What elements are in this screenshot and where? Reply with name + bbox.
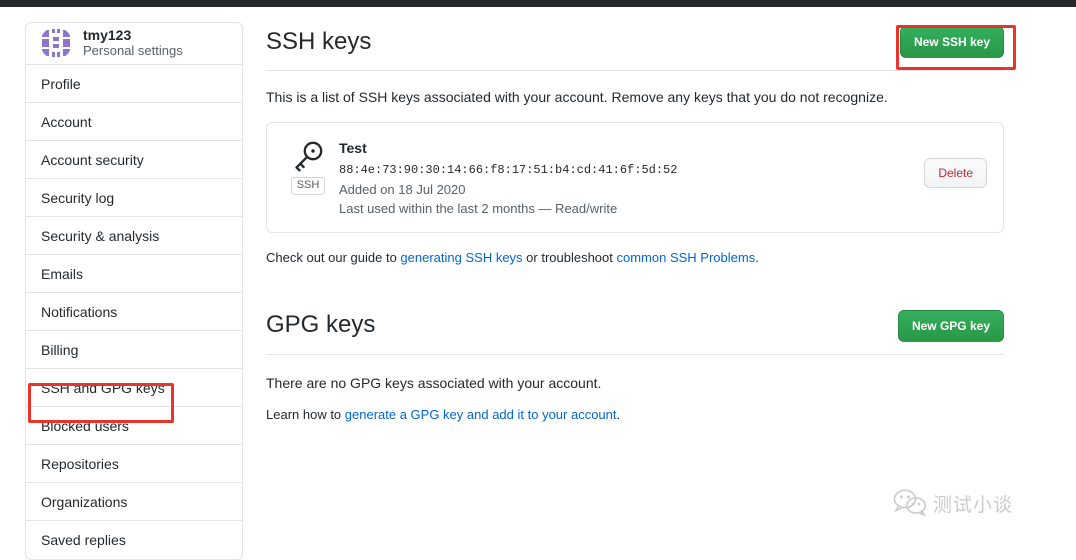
gpg-empty-message: There are no GPG keys associated with yo… bbox=[266, 374, 602, 391]
wechat-icon bbox=[893, 488, 927, 519]
ssh-key-actions: Delete bbox=[924, 138, 987, 188]
common-ssh-problems-link[interactable]: common SSH Problems bbox=[617, 250, 756, 265]
ssh-key-icon-group: SSH bbox=[283, 138, 333, 195]
watermark-text: 测试小谈 bbox=[933, 494, 1014, 516]
sidebar-item-notifications[interactable]: Notifications bbox=[26, 293, 242, 331]
main-content: SSH keys New SSH key This is a list of S… bbox=[266, 22, 1004, 424]
sidebar-item-account-security[interactable]: Account security bbox=[26, 141, 242, 179]
ssh-key-type-badge: SSH bbox=[290, 177, 326, 195]
delete-ssh-key-button[interactable]: Delete bbox=[924, 158, 987, 188]
ssh-key-fingerprint: 88:4e:73:90:30:14:66:f8:17:51:b4:cd:41:6… bbox=[339, 163, 678, 177]
settings-page: tmy123 Personal settings Profile Account… bbox=[0, 7, 1076, 560]
sidebar-item-ssh-and-gpg-keys[interactable]: SSH and GPG keys bbox=[26, 369, 242, 407]
sidebar-item-organizations[interactable]: Organizations bbox=[26, 483, 242, 521]
ssh-help-middle: or troubleshoot bbox=[522, 250, 617, 265]
sidebar-item-repositories[interactable]: Repositories bbox=[26, 445, 242, 483]
generating-ssh-keys-link[interactable]: generating SSH keys bbox=[400, 250, 522, 265]
gpg-keys-section-header: GPG keys New GPG key bbox=[266, 306, 1004, 355]
ssh-help-suffix: . bbox=[755, 250, 759, 265]
ssh-key-last-used: Last used within the last 2 months — Rea… bbox=[339, 201, 618, 216]
ssh-help-prefix: Check out our guide to bbox=[266, 250, 401, 265]
ssh-key-row: SSH Test 88:4e:73:90:30:14:66:f8:17:51:b… bbox=[266, 122, 1004, 233]
sidebar-item-blocked-users[interactable]: Blocked users bbox=[26, 407, 242, 445]
ssh-key-title: Test bbox=[339, 140, 367, 156]
new-ssh-key-button[interactable]: New SSH key bbox=[899, 26, 1004, 58]
watermark: 测试小谈 bbox=[893, 488, 1013, 519]
sidebar-profile-header[interactable]: tmy123 Personal settings bbox=[26, 23, 242, 65]
profile-username: tmy123 bbox=[83, 27, 132, 44]
ssh-keys-section-header: SSH keys New SSH key bbox=[266, 22, 1004, 71]
ssh-keys-title: SSH keys bbox=[266, 27, 372, 55]
gpg-learn-line: Learn how to generate a GPG key and add … bbox=[266, 405, 1004, 425]
generate-gpg-key-link[interactable]: generate a GPG key and add it to your ac… bbox=[345, 407, 617, 422]
gpg-keys-title: GPG keys bbox=[266, 311, 376, 339]
key-icon bbox=[291, 140, 325, 174]
ssh-keys-description: This is a list of SSH keys associated wi… bbox=[266, 89, 888, 105]
gpg-learn-prefix: Learn how to bbox=[266, 406, 345, 422]
sidebar-item-profile[interactable]: Profile bbox=[26, 65, 242, 103]
identicon-avatar-icon bbox=[40, 27, 72, 59]
profile-text-block: tmy123 Personal settings bbox=[83, 27, 183, 58]
github-header-bar bbox=[0, 0, 1076, 7]
ssh-key-added-date: Added on 18 Jul 2020 bbox=[339, 182, 466, 197]
settings-sidebar: tmy123 Personal settings Profile Account… bbox=[25, 22, 243, 560]
ssh-key-details: Test 88:4e:73:90:30:14:66:f8:17:51:b4:cd… bbox=[333, 138, 924, 218]
sidebar-item-security-log[interactable]: Security log bbox=[26, 179, 242, 217]
ssh-help-line: Check out our guide to generating SSH ke… bbox=[266, 248, 1004, 268]
sidebar-item-saved-replies[interactable]: Saved replies bbox=[26, 521, 242, 559]
sidebar-item-security-analysis[interactable]: Security & analysis bbox=[26, 217, 242, 255]
profile-subtitle: Personal settings bbox=[83, 42, 183, 58]
new-gpg-key-button[interactable]: New GPG key bbox=[897, 309, 1004, 342]
gpg-learn-suffix: . bbox=[616, 406, 621, 422]
sidebar-item-emails[interactable]: Emails bbox=[26, 255, 242, 293]
sidebar-item-account[interactable]: Account bbox=[26, 103, 242, 141]
sidebar-item-billing[interactable]: Billing bbox=[26, 331, 242, 369]
